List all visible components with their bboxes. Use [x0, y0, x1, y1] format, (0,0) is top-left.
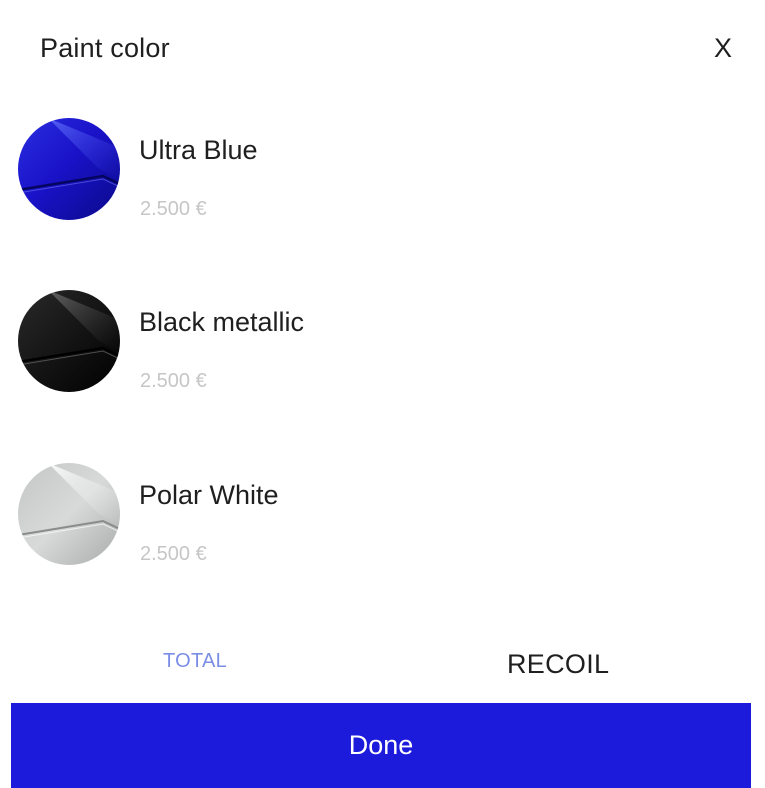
- done-button[interactable]: Done: [11, 703, 751, 788]
- color-name: Polar White: [139, 480, 279, 510]
- dialog-title: Paint color: [40, 33, 170, 63]
- color-name: Black metallic: [139, 307, 305, 337]
- color-price: 2.500 €: [140, 543, 207, 565]
- color-name: Ultra Blue: [139, 135, 258, 165]
- color-option-ultra-blue[interactable]: Ultra Blue 2.500 €: [18, 118, 718, 228]
- color-option-black-metallic[interactable]: Black metallic 2.500 €: [18, 290, 718, 400]
- paint-swatch-white-icon: [18, 463, 120, 565]
- color-option-polar-white[interactable]: Polar White 2.500 €: [18, 463, 718, 573]
- total-label: TOTAL: [163, 650, 228, 672]
- color-price: 2.500 €: [140, 198, 207, 220]
- paint-swatch-blue-icon: [18, 118, 120, 220]
- paint-swatch-black-icon: [18, 290, 120, 392]
- close-button[interactable]: X: [703, 30, 743, 66]
- color-price: 2.500 €: [140, 370, 207, 392]
- total-value: RECOIL: [507, 649, 610, 679]
